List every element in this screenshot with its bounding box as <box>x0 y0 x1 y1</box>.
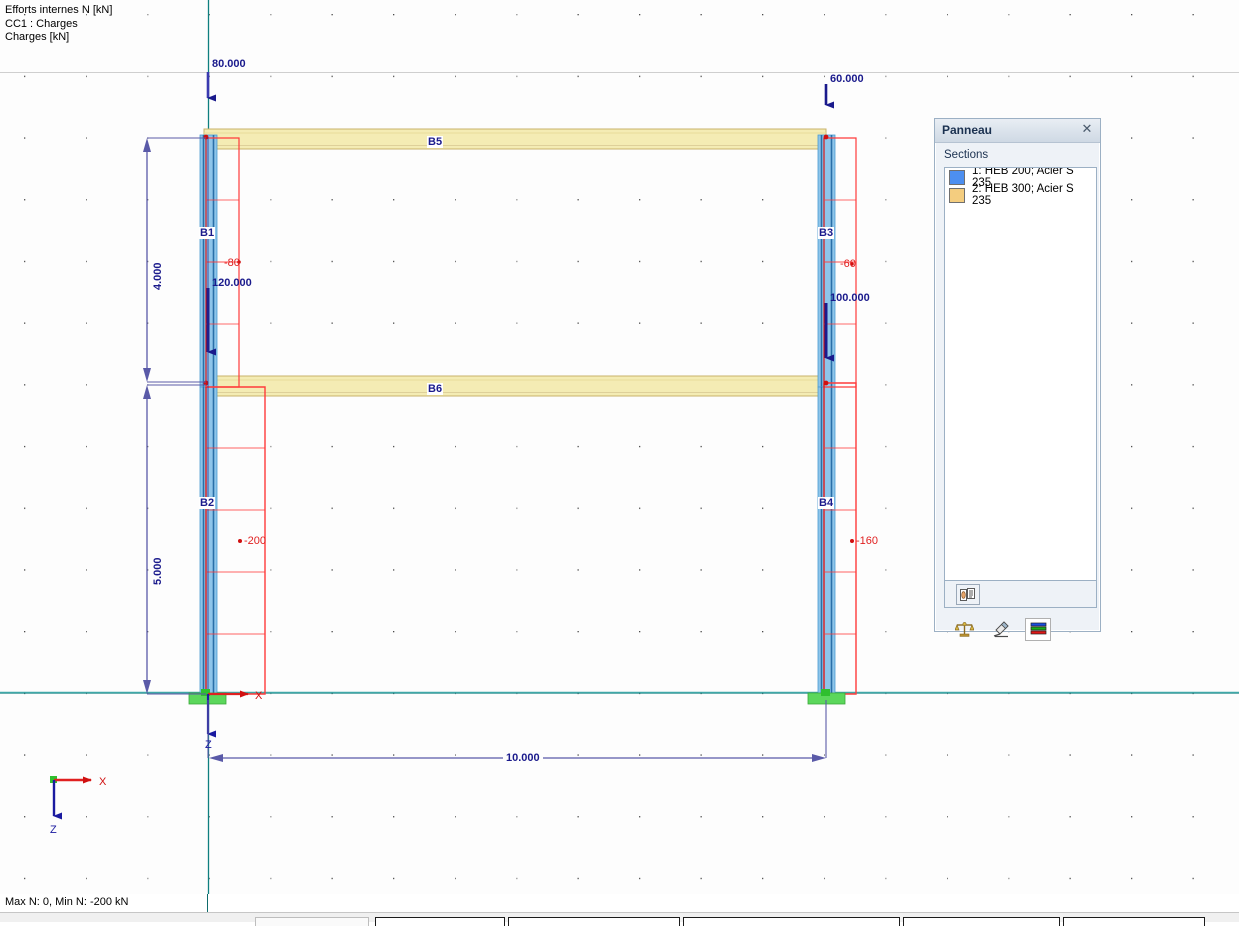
member-B4 <box>817 386 836 696</box>
dimension-label-5000: 5.000 <box>152 557 164 585</box>
member-label-B1: B1 <box>199 227 216 239</box>
panel-titlebar[interactable]: Panneau ✕ <box>935 119 1100 143</box>
title-line-loadcase: CC1 : Charges <box>5 17 78 30</box>
node-dot <box>823 134 829 140</box>
bottom-tab[interactable] <box>375 917 505 926</box>
panel-tool-area <box>944 581 1097 608</box>
dimension-label-4000: 4.000 <box>152 262 164 290</box>
panel-title: Panneau <box>942 123 993 137</box>
global-axis-label-z: Z <box>50 824 57 836</box>
axial-label-b1: -80 <box>224 257 240 269</box>
bottom-tab[interactable] <box>683 917 900 926</box>
axial-label-b2: -200 <box>244 535 267 547</box>
list-item[interactable]: 2: HEB 300; Acier S 235 <box>945 183 1096 207</box>
panneau-panel[interactable]: Panneau ✕ Sections 1: HEB 200; Acier S 2… <box>934 118 1101 641</box>
title-line-loads: Charges [kN] <box>5 31 70 43</box>
load-label-60: 60.000 <box>830 73 864 85</box>
member-B5 <box>203 128 827 150</box>
status-message: Max N: 0, Min N: -200 kN <box>5 896 129 908</box>
local-axis-label-x: X <box>255 690 263 702</box>
status-divider <box>207 894 208 912</box>
status-bar: Max N: 0, Min N: -200 kN <box>0 894 1239 912</box>
load-label-120: 120.000 <box>212 277 252 289</box>
dimension-label-10000: 10.000 <box>503 752 543 764</box>
global-axis-label-x: X <box>99 776 107 788</box>
local-axis-label-z: Z <box>205 739 212 751</box>
sections-list[interactable]: 1: HEB 200; Acier S 235 2: HEB 300; Acie… <box>944 167 1097 581</box>
section-color-swatch <box>949 187 965 203</box>
section-properties-icon[interactable] <box>956 584 980 605</box>
load-label-80: 80.000 <box>212 58 246 70</box>
dimension-5000 <box>143 384 206 695</box>
bottom-tab[interactable] <box>1063 917 1205 926</box>
axial-label-b3: -60 <box>840 258 856 270</box>
color-scale-icon[interactable] <box>1025 617 1051 641</box>
section-color-swatch <box>949 169 965 185</box>
close-icon[interactable]: ✕ <box>1079 121 1095 137</box>
member-B6 <box>203 375 827 397</box>
panel-tabs[interactable] <box>945 617 1102 641</box>
node-dot <box>823 380 829 386</box>
member-label-B4: B4 <box>818 497 835 509</box>
model-viewport[interactable]: Efforts internes N [kN] CC1 : Charges Ch… <box>0 0 1239 894</box>
axial-label-b4: -160 <box>856 535 879 547</box>
load-label-100: 100.000 <box>830 292 870 304</box>
global-axis-gizmo <box>50 776 92 820</box>
member-label-B3: B3 <box>818 227 835 239</box>
member-label-B2: B2 <box>199 497 216 509</box>
bottom-tab[interactable] <box>508 917 680 926</box>
panel-body: Sections 1: HEB 200; Acier S 235 2: HEB … <box>939 144 1097 641</box>
bottom-tab[interactable] <box>255 917 369 926</box>
title-block: Efforts internes N [kN] CC1 : Charges Ch… <box>5 4 112 45</box>
sections-label: Sections <box>944 149 989 161</box>
section-label: 2: HEB 300; Acier S 235 <box>972 183 1074 207</box>
member-label-B6: B6 <box>427 383 444 395</box>
microscope-icon[interactable] <box>988 618 1014 641</box>
member-label-B5: B5 <box>427 136 444 148</box>
title-line-results: Efforts internes N [kN] <box>5 4 113 16</box>
bottom-tab[interactable] <box>903 917 1060 926</box>
dimension-4000 <box>143 137 206 383</box>
balance-icon[interactable] <box>951 618 977 641</box>
